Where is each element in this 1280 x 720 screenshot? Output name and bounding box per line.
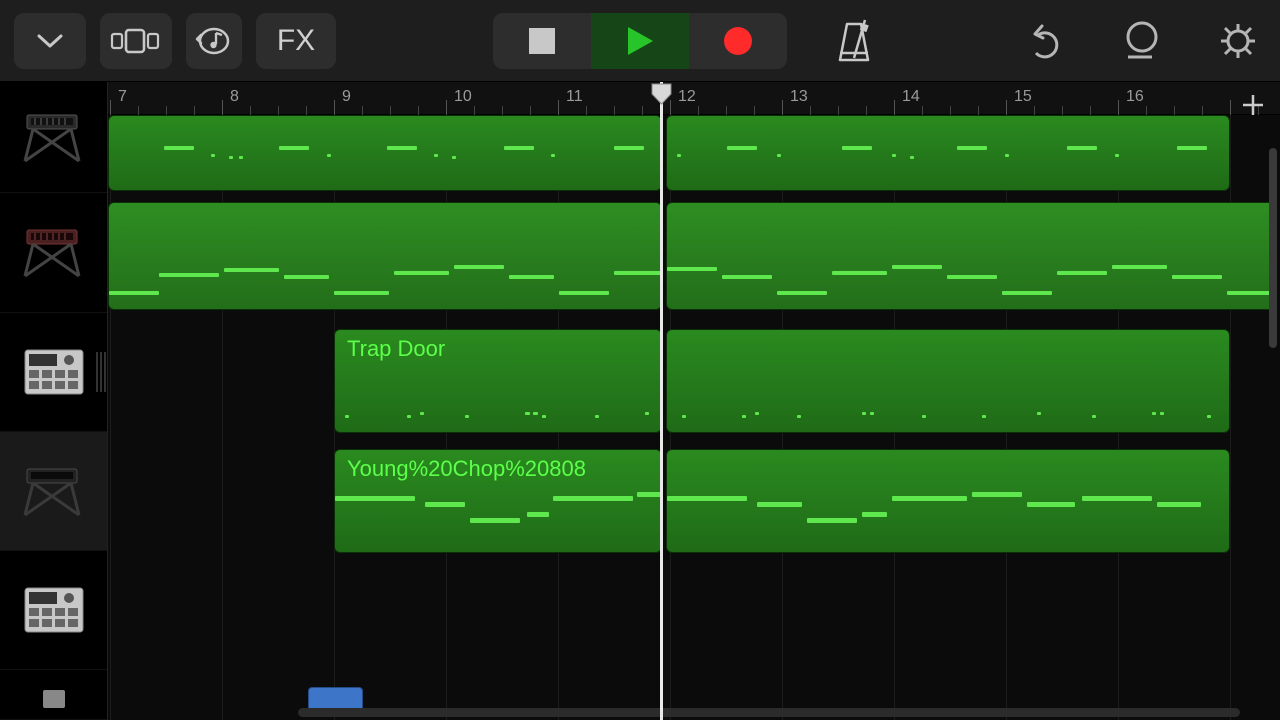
- instrument-icon: [39, 688, 69, 710]
- gear-icon: [1219, 22, 1257, 60]
- playhead[interactable]: [660, 82, 663, 720]
- playhead-handle-icon: [650, 82, 673, 105]
- midi-region[interactable]: [666, 115, 1230, 191]
- record-icon: [723, 26, 753, 56]
- chevron-down-icon: [37, 33, 63, 49]
- midi-region[interactable]: [666, 329, 1230, 433]
- track-header-6[interactable]: [0, 670, 107, 720]
- vertical-scrollbar[interactable]: [1269, 148, 1277, 680]
- ruler-bar-15: 15: [1014, 88, 1032, 106]
- play-button[interactable]: [591, 13, 689, 69]
- settings-button[interactable]: [1210, 13, 1266, 69]
- track-header-1[interactable]: [0, 82, 107, 193]
- keyboard-icon: [19, 110, 89, 165]
- circle-icon: [1125, 21, 1159, 61]
- ruler-bar-9: 9: [342, 88, 351, 106]
- ruler-bar-13: 13: [790, 88, 808, 106]
- undo-button[interactable]: [1018, 13, 1074, 69]
- loop-browser-button[interactable]: [186, 13, 242, 69]
- keyboard-icon: [19, 225, 89, 280]
- ruler-bar-11: 11: [566, 88, 583, 106]
- ruler-bar-14: 14: [902, 88, 920, 106]
- midi-region[interactable]: [666, 449, 1230, 553]
- metronome-icon: [835, 18, 873, 64]
- view-mode-button[interactable]: [100, 13, 172, 69]
- toolbar-left-cluster: FX: [14, 13, 336, 69]
- stop-icon: [529, 28, 555, 54]
- main-area: 7 8 9 10 11 12 13 14 15 16: [0, 82, 1280, 720]
- metronome-button[interactable]: [835, 18, 873, 64]
- ruler-bar-16: 16: [1126, 88, 1144, 106]
- add-track-button[interactable]: [1236, 88, 1270, 122]
- loop-note-icon: [194, 21, 234, 61]
- drum-machine-icon: [19, 583, 89, 638]
- region-label: Young%20Chop%20808: [347, 456, 586, 482]
- collapse-button[interactable]: [14, 13, 86, 69]
- play-icon: [625, 25, 655, 57]
- region-label: Trap Door: [347, 336, 445, 362]
- undo-icon: [1028, 21, 1064, 61]
- stop-button[interactable]: [493, 13, 591, 69]
- track-header-3[interactable]: [0, 313, 107, 432]
- ruler-bar-12: 12: [678, 88, 696, 106]
- horizontal-scrollbar[interactable]: [298, 708, 1240, 717]
- midi-region-808[interactable]: Young%20Chop%20808: [334, 449, 662, 553]
- plus-icon: [1241, 93, 1265, 117]
- tracks-canvas[interactable]: Trap Door: [108, 115, 1280, 720]
- keyboard-icon: [19, 463, 89, 518]
- drum-machine-icon: [19, 344, 89, 399]
- timeline-area[interactable]: 7 8 9 10 11 12 13 14 15 16: [108, 82, 1280, 720]
- midi-region[interactable]: [108, 202, 662, 310]
- midi-region-trap-door[interactable]: Trap Door: [334, 329, 662, 433]
- ruler[interactable]: 7 8 9 10 11 12 13 14 15 16: [108, 82, 1280, 115]
- transport-group: [493, 13, 787, 69]
- toolbar-right-cluster: [978, 13, 1266, 69]
- ruler-bar-8: 8: [230, 88, 239, 106]
- track-header-2[interactable]: [0, 193, 107, 312]
- record-button[interactable]: [689, 13, 787, 69]
- midi-region[interactable]: [666, 202, 1276, 310]
- toolbar: FX: [0, 0, 1280, 82]
- fx-button[interactable]: FX: [256, 13, 336, 69]
- transport-controls: [493, 13, 787, 69]
- view-blocks-icon: [110, 26, 162, 56]
- midi-region[interactable]: [108, 115, 662, 191]
- track-headers: [0, 82, 108, 720]
- loop-marker-button[interactable]: [1114, 13, 1170, 69]
- ruler-bar-10: 10: [454, 88, 472, 106]
- track-header-5[interactable]: [0, 551, 107, 670]
- track-header-4[interactable]: [0, 432, 107, 551]
- track-grab-handle[interactable]: [95, 352, 107, 392]
- ruler-bar-7: 7: [118, 88, 127, 106]
